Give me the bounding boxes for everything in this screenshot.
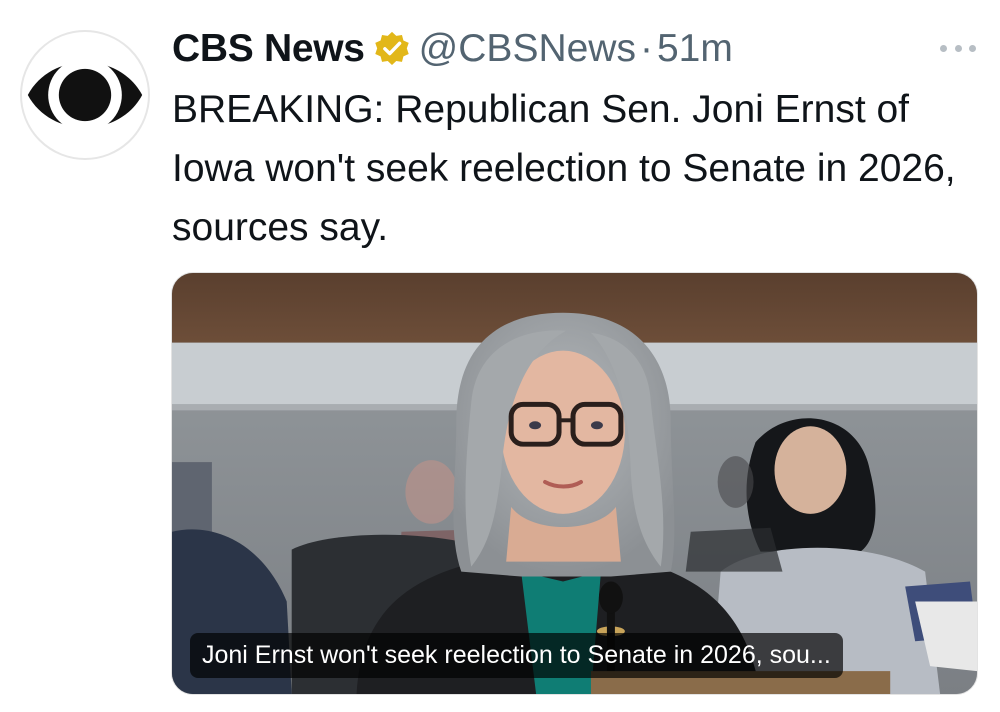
tweet-card[interactable]: CBS News @CBSNews · 51m BREAKING: Republ… bbox=[0, 0, 1000, 712]
verified-badge-icon[interactable] bbox=[373, 30, 411, 68]
cbs-eye-logo-icon bbox=[24, 34, 146, 156]
media-caption: Joni Ernst won't seek reelection to Sena… bbox=[190, 633, 843, 678]
more-options-icon[interactable] bbox=[936, 36, 980, 60]
dot-icon bbox=[940, 44, 947, 52]
separator-dot: · bbox=[639, 27, 653, 70]
tweet-text: BREAKING: Republican Sen. Joni Ernst of … bbox=[172, 88, 956, 249]
avatar[interactable] bbox=[20, 30, 150, 160]
media-card[interactable]: Joni Ernst won't seek reelection to Sena… bbox=[171, 272, 978, 695]
dot-icon bbox=[954, 44, 962, 52]
dot-icon bbox=[969, 44, 976, 52]
photo-image bbox=[172, 273, 977, 694]
display-name[interactable]: CBS News bbox=[172, 27, 365, 71]
tweet-header: CBS News @CBSNews · 51m bbox=[172, 22, 733, 76]
timestamp[interactable]: 51m bbox=[657, 27, 733, 71]
user-handle[interactable]: @CBSNews bbox=[419, 27, 636, 71]
